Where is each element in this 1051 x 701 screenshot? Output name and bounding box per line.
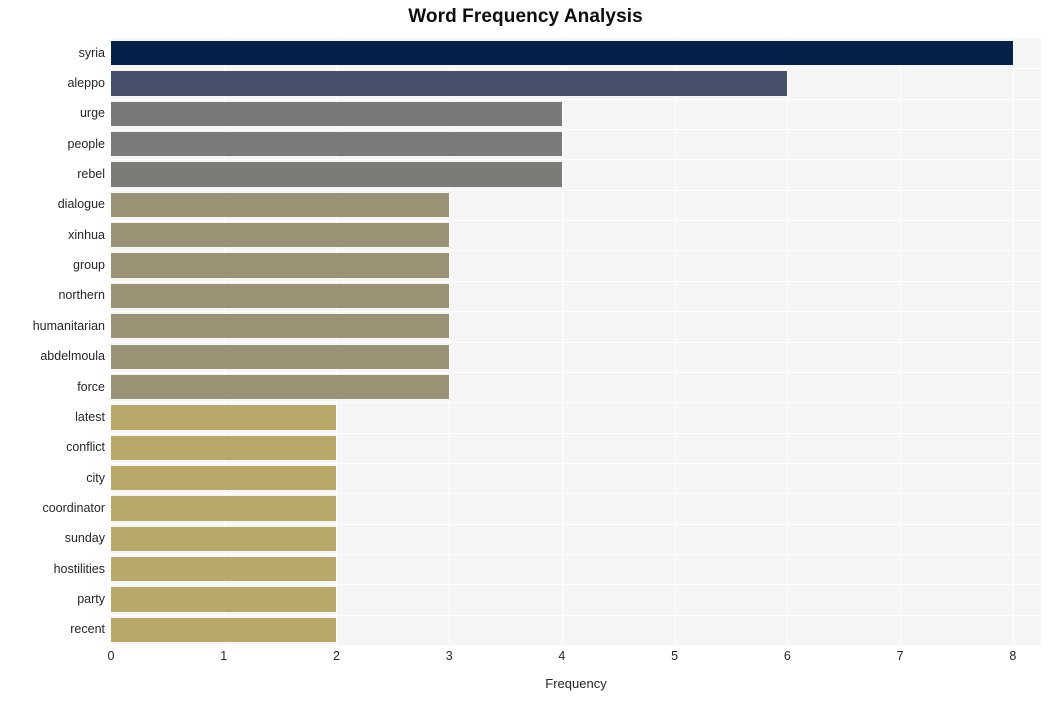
y-axis-tick-label: urge bbox=[79, 106, 105, 121]
bar bbox=[111, 132, 562, 157]
bar bbox=[111, 223, 450, 248]
x-axis-tick-labels: 0 1 2 3 4 5 6 7 8 bbox=[0, 650, 1051, 672]
x-axis-tick-label: 4 bbox=[558, 649, 566, 663]
bar bbox=[111, 41, 1013, 66]
y-axis-tick-label: hostilities bbox=[53, 561, 105, 576]
bar bbox=[111, 587, 337, 612]
x-axis-tick-label: 8 bbox=[1009, 649, 1017, 663]
x-axis-tick-label: 2 bbox=[332, 649, 340, 663]
bars-group bbox=[111, 38, 1041, 645]
x-axis-tick-label: 6 bbox=[783, 649, 791, 663]
y-axis-tick-label: party bbox=[77, 591, 105, 606]
y-axis-tick-label: coordinator bbox=[42, 500, 105, 515]
bar bbox=[111, 405, 337, 430]
y-axis-tick-label: sunday bbox=[64, 531, 105, 546]
y-axis-tick-label: northern bbox=[58, 288, 105, 303]
bar bbox=[111, 465, 337, 491]
y-axis-tick-label: force bbox=[77, 379, 105, 394]
x-axis-tick-label: 5 bbox=[671, 649, 679, 663]
y-axis-tick-label: people bbox=[67, 136, 105, 151]
plot-area bbox=[111, 38, 1041, 646]
y-axis-tick-label: xinhua bbox=[68, 227, 105, 242]
chart-title: Word Frequency Analysis bbox=[408, 6, 643, 27]
bar bbox=[111, 253, 450, 278]
y-axis-tick-label: conflict bbox=[66, 440, 105, 455]
y-axis-tick-label: aleppo bbox=[67, 76, 105, 91]
bar bbox=[111, 314, 450, 339]
bar bbox=[111, 435, 337, 460]
x-axis-title: Frequency bbox=[545, 676, 607, 691]
bar bbox=[111, 344, 450, 369]
bar bbox=[111, 496, 337, 521]
x-axis-tick-label: 3 bbox=[445, 649, 453, 663]
bar bbox=[111, 71, 788, 96]
x-axis-tick-label: 7 bbox=[896, 649, 904, 663]
y-axis-tick-label: recent bbox=[70, 622, 105, 637]
bar bbox=[111, 526, 337, 551]
bar bbox=[111, 374, 450, 400]
bar bbox=[111, 192, 450, 218]
y-axis-tick-labels: syria aleppo urge people rebel dialogue xinhua… bbox=[0, 38, 105, 645]
bar bbox=[111, 101, 562, 126]
bar bbox=[111, 283, 450, 309]
y-axis-tick-label: dialogue bbox=[57, 197, 105, 212]
y-axis-tick-label: syria bbox=[78, 45, 105, 60]
x-axis-tick-label: 1 bbox=[220, 649, 228, 663]
y-axis-tick-label: abdelmoula bbox=[40, 349, 105, 364]
y-axis-tick-label: latest bbox=[75, 409, 105, 424]
y-axis-tick-label: rebel bbox=[77, 167, 105, 182]
word-frequency-chart: Word Frequency Analysis syria aleppo urge p… bbox=[0, 0, 1051, 701]
bar bbox=[111, 556, 337, 582]
y-axis-tick-label: city bbox=[86, 470, 105, 485]
bar bbox=[111, 162, 562, 187]
bar bbox=[111, 617, 337, 642]
y-axis-tick-label: group bbox=[73, 258, 105, 273]
gridline-horizontal bbox=[111, 645, 1041, 646]
x-axis-tick-label: 0 bbox=[107, 649, 115, 663]
y-axis-tick-label: humanitarian bbox=[32, 318, 105, 333]
